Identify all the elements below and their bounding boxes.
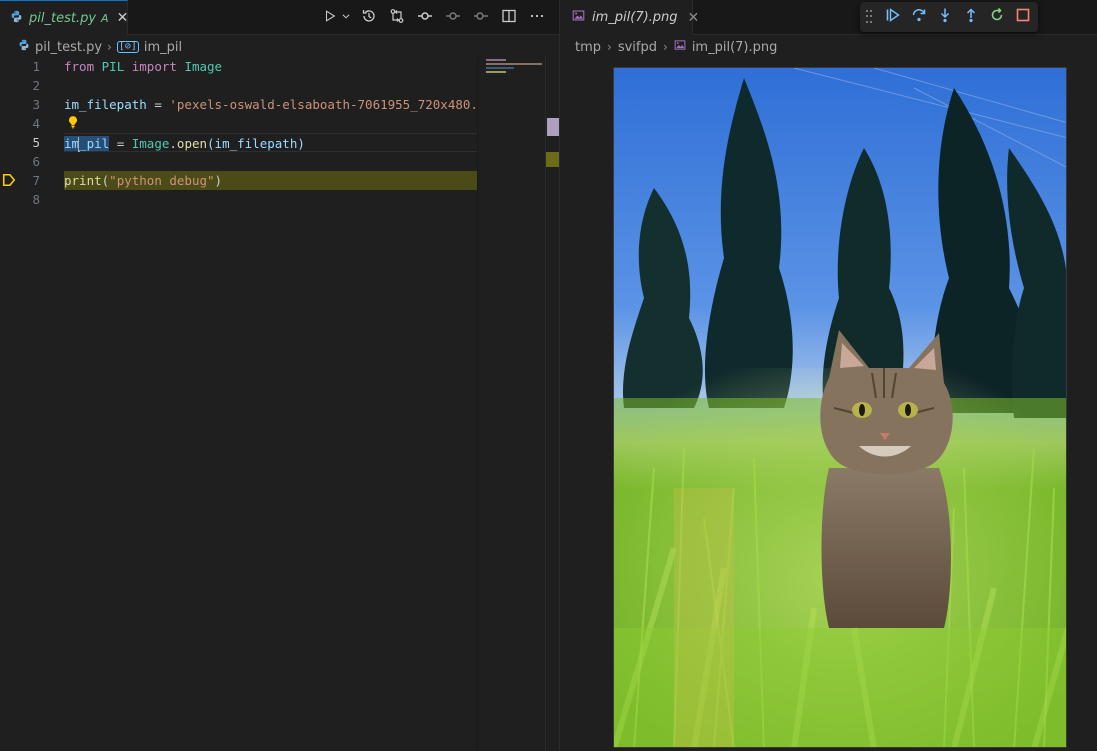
minimap-line [486,67,514,69]
ellipsis-icon [529,8,545,28]
open-changes-button[interactable] [385,6,409,30]
step-out-icon [963,7,979,27]
keyword: from [64,59,95,74]
line-number: 3 [32,97,40,112]
variable-selected: im [64,136,80,151]
continue-button[interactable] [882,6,904,28]
step-into-icon [937,7,953,27]
minimap-line [486,71,506,73]
operator: ) [214,173,223,188]
debug-paused-arrow-icon[interactable] [2,173,16,187]
chevron-right-icon: › [107,40,112,54]
variable-symbol-icon: [⊘] [116,41,139,53]
breadcrumb-folder[interactable]: svifpd [618,40,657,55]
module-name: PIL [101,59,125,74]
code-line-1: from PIL import Image [64,57,477,76]
stop-button[interactable] [1012,6,1034,28]
breadcrumb-folder[interactable]: tmp [575,40,601,55]
git-commit-dim-icon [445,8,461,28]
image-file-icon [674,39,686,55]
play-icon [323,9,337,27]
previous-change-button[interactable] [413,6,437,30]
class-name: Image [184,59,223,74]
line-number: 8 [32,192,40,207]
code-line-3: im_filepath = 'pexels-oswald-elsaboath-7… [64,95,508,114]
arguments: (im_filepath) [207,136,305,151]
lightbulb-icon[interactable] [66,114,80,130]
string-literal: 'pexels-oswald-elsaboath-7061955_720x480… [169,97,509,112]
step-into-button[interactable] [934,6,956,28]
debug-toolbar [860,2,1038,32]
image-file-icon [572,9,585,26]
python-file-icon [18,39,30,55]
class-name: Image [131,136,170,151]
step-over-icon [911,7,927,27]
variable: im_filepath [64,97,147,112]
git-compare-icon [389,8,405,28]
tab-label: pil_test.py [29,10,97,26]
cat-photo-illustration [614,68,1066,747]
chevron-right-icon: › [663,40,668,54]
line-number-active: 5 [32,135,40,150]
tab-pil-test-py[interactable]: pil_test.py A ✕ [0,0,128,35]
line-number: 4 [32,116,40,131]
operator: = [146,97,170,112]
chevron-right-icon: › [607,40,612,54]
function-name: open [176,136,208,151]
operator: . [169,136,177,151]
image-breadcrumb: tmp › svifpd › im_pil(7).png [575,36,777,58]
timeline-history-button[interactable] [357,6,381,30]
git-commit-icon [417,8,433,28]
restart-icon [989,7,1005,27]
run-python-button[interactable] [321,6,353,30]
overview-ruler-mark [547,118,559,136]
image-preview-cat-in-grass [613,67,1067,748]
navigate-change-button[interactable] [469,6,493,30]
history-icon [361,8,377,28]
minimap-line [486,59,506,61]
tab-label: im_pil(7).png [592,10,678,25]
breadcrumb-symbol[interactable]: im_pil [144,40,182,55]
code-line-5: im_pil = Image.open(im_filepath) [64,133,477,152]
breadcrumb: pil_test.py › [⊘] im_pil [18,36,182,58]
breadcrumb-file[interactable]: im_pil(7).png [692,40,778,55]
continue-icon [885,7,901,27]
restart-button[interactable] [986,6,1008,28]
close-icon[interactable]: ✕ [688,10,700,26]
overview-ruler-paused-mark [546,152,559,167]
left-editor-group: pil_test.py A ✕ pil_test.py › [⊘] im_pil… [0,0,559,751]
split-editor-button[interactable] [497,6,521,30]
split-editor-icon [501,8,517,28]
git-status-badge: A [101,11,109,25]
step-over-button[interactable] [908,6,930,28]
more-actions-button[interactable] [525,6,549,30]
minimap[interactable] [477,57,545,751]
line-number: 6 [32,154,40,169]
code-line-7-paused: print("python debug") [64,171,477,190]
editor-actions [321,0,549,35]
tab-im-pil-png[interactable]: im_pil(7).png ✕ [560,0,699,35]
git-commit-arrow-icon [473,8,489,28]
line-number: 1 [32,59,40,74]
stop-icon [1015,7,1031,27]
breadcrumb-file[interactable]: pil_test.py [35,40,102,55]
left-tab-bar: pil_test.py A ✕ [0,0,559,35]
chevron-down-icon [337,10,351,25]
drag-handle-icon[interactable] [866,10,874,24]
variable-selected: _pil [79,136,110,151]
minimap-line [486,63,542,65]
step-out-button[interactable] [960,6,982,28]
function-name: print [64,173,102,188]
close-icon[interactable]: ✕ [117,10,129,26]
line-number: 2 [32,78,40,93]
operator: = [109,136,132,151]
python-file-icon [10,10,23,27]
next-change-button[interactable] [441,6,465,30]
string-literal: "python debug" [109,173,215,188]
keyword: import [131,59,177,74]
